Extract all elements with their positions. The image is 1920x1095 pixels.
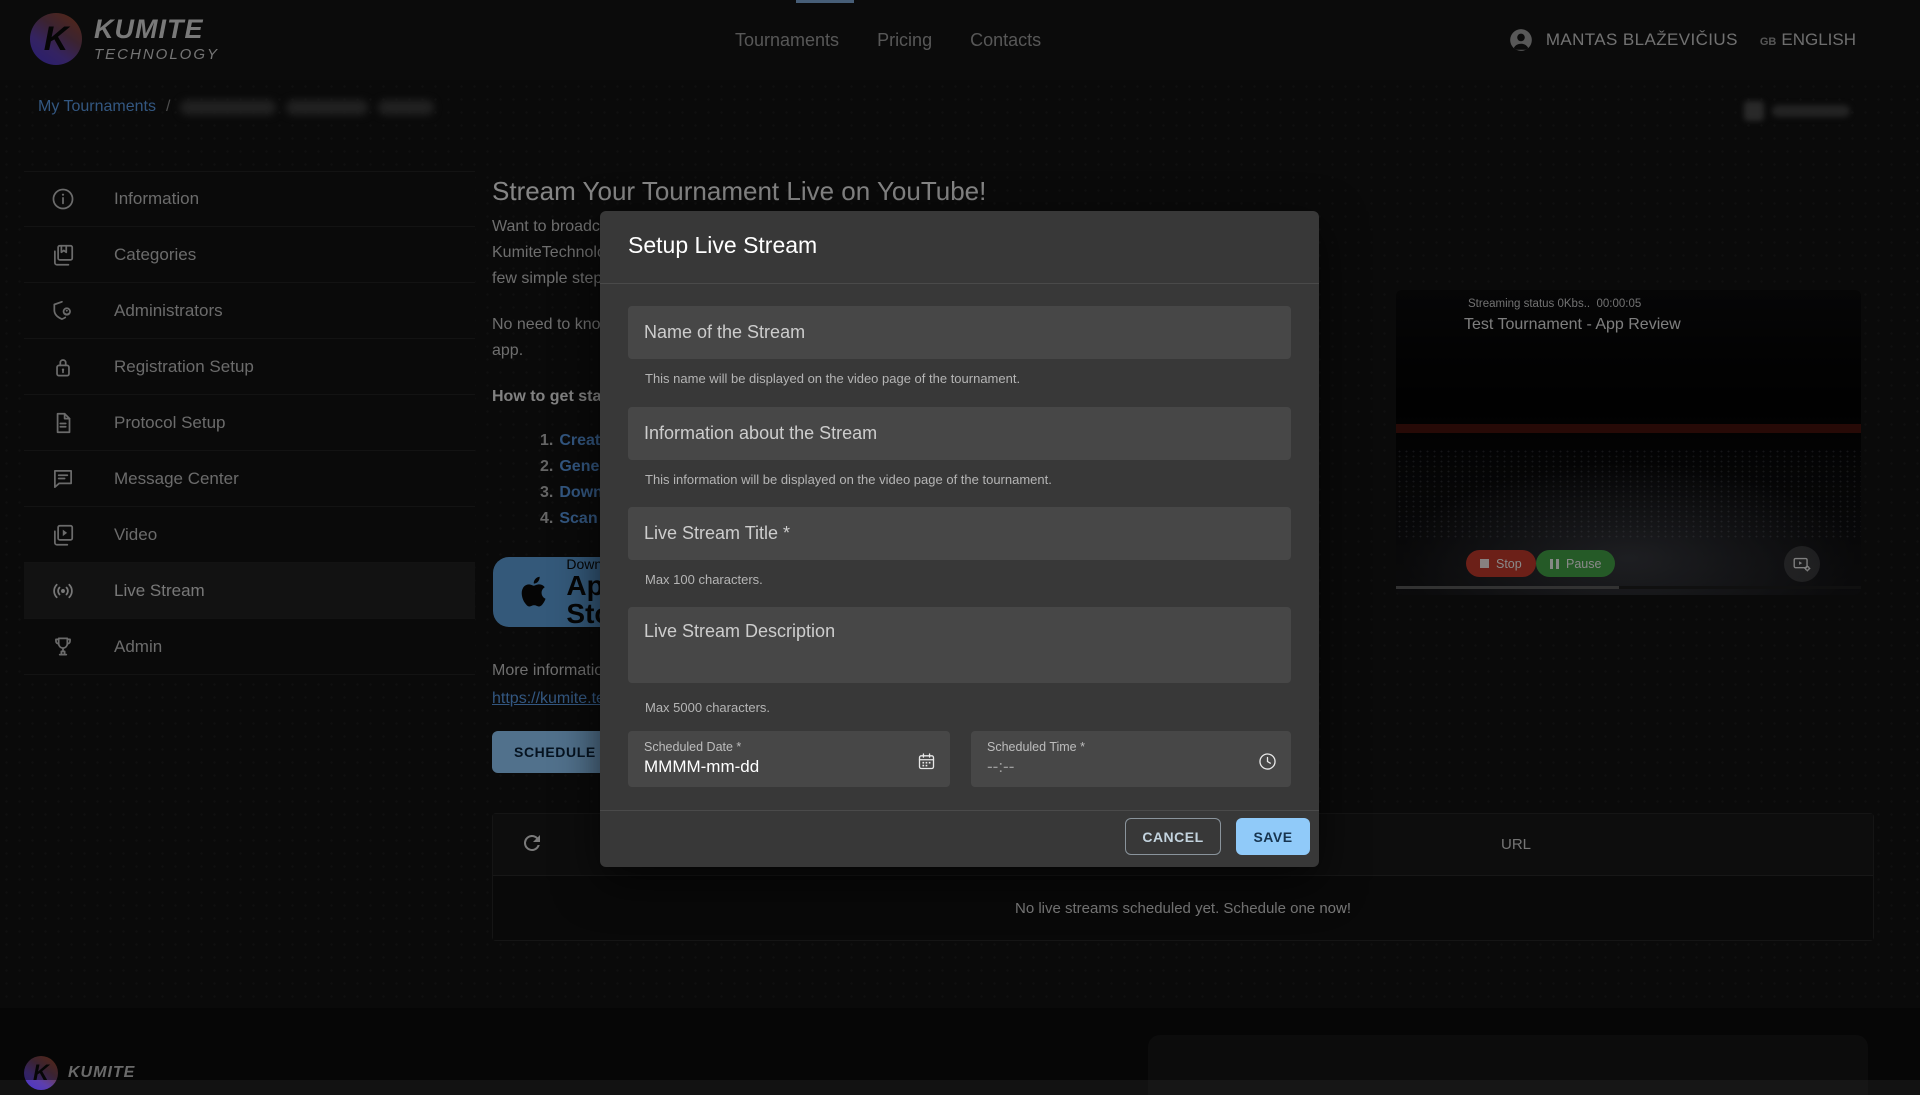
live-stream-description-helper: Max 5000 characters. (645, 700, 770, 715)
scheduled-date-field[interactable]: Scheduled Date * MMMM-mm-dd (628, 731, 950, 787)
modal-actions: CANCEL SAVE (1125, 818, 1310, 855)
clock-icon[interactable] (1257, 751, 1278, 772)
stream-info-input[interactable] (628, 407, 1291, 460)
modal-header-divider (600, 283, 1319, 284)
live-stream-title-helper: Max 100 characters. (645, 572, 763, 587)
stream-info-helper: This information will be displayed on th… (645, 472, 1052, 487)
scheduled-time-label: Scheduled Time * (987, 740, 1277, 754)
modal-footer-divider (600, 810, 1319, 811)
cancel-button[interactable]: CANCEL (1125, 818, 1221, 855)
calendar-icon[interactable] (916, 751, 937, 772)
stream-name-input[interactable] (628, 306, 1291, 359)
live-stream-description-input[interactable] (628, 607, 1291, 683)
live-stream-title-input[interactable] (628, 507, 1291, 560)
scheduled-time-field[interactable]: Scheduled Time * --:-- (971, 731, 1291, 787)
modal-title: Setup Live Stream (628, 232, 817, 259)
scheduled-time-value: --:-- (987, 757, 1277, 777)
stream-name-helper: This name will be displayed on the video… (645, 371, 1020, 386)
setup-live-stream-modal: Setup Live Stream This name will be disp… (600, 211, 1319, 867)
scheduled-date-label: Scheduled Date * (644, 740, 936, 754)
scheduled-date-value: MMMM-mm-dd (644, 757, 936, 777)
save-button[interactable]: SAVE (1236, 818, 1310, 855)
